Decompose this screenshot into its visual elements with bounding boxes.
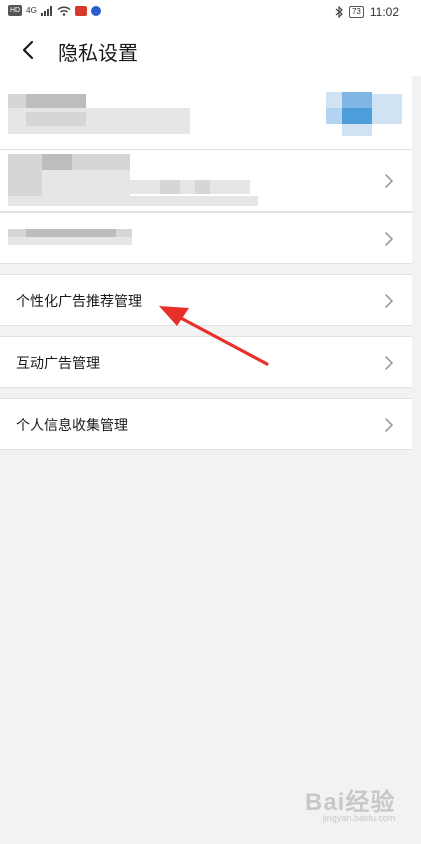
personalized-ad-label: 个性化广告推荐管理 [16,294,142,310]
bluetooth-icon [335,6,343,18]
redacted-account-row [0,76,412,150]
signal-icon [40,5,52,16]
wifi-icon [57,5,71,16]
battery-icon: 73 [348,6,364,18]
chevron-right-icon [385,418,393,432]
page-title: 隐私设置 [58,41,138,65]
chevron-right-icon [385,294,393,308]
watermark-text: Bai经验 [305,789,396,816]
clock: 11:02 [369,5,399,19]
redacted-setting-row-1[interactable] [0,150,412,212]
redacted-setting-row-2[interactable] [0,212,412,264]
back-arrow-icon[interactable] [16,38,40,62]
app-header: 隐私设置 [0,24,421,76]
status-bar: HD 4G 73 11:02 [0,0,421,24]
annotation-arrow-icon [159,306,269,366]
interactive-ad-label: 互动广告管理 [16,356,100,372]
chevron-right-icon [385,232,393,246]
chevron-right-icon [385,174,393,188]
app-notification-dot-icon [90,5,101,16]
network-label: 4G [26,6,37,15]
personal-info-label: 个人信息收集管理 [16,418,128,434]
app-notification-icon [74,5,87,16]
hd-badge: HD [8,5,23,16]
personal-info-row[interactable]: 个人信息收集管理 [0,398,412,450]
baidu-watermark: Bai经验 jingyan.baidu.com [305,782,395,823]
chevron-right-icon [385,356,393,370]
